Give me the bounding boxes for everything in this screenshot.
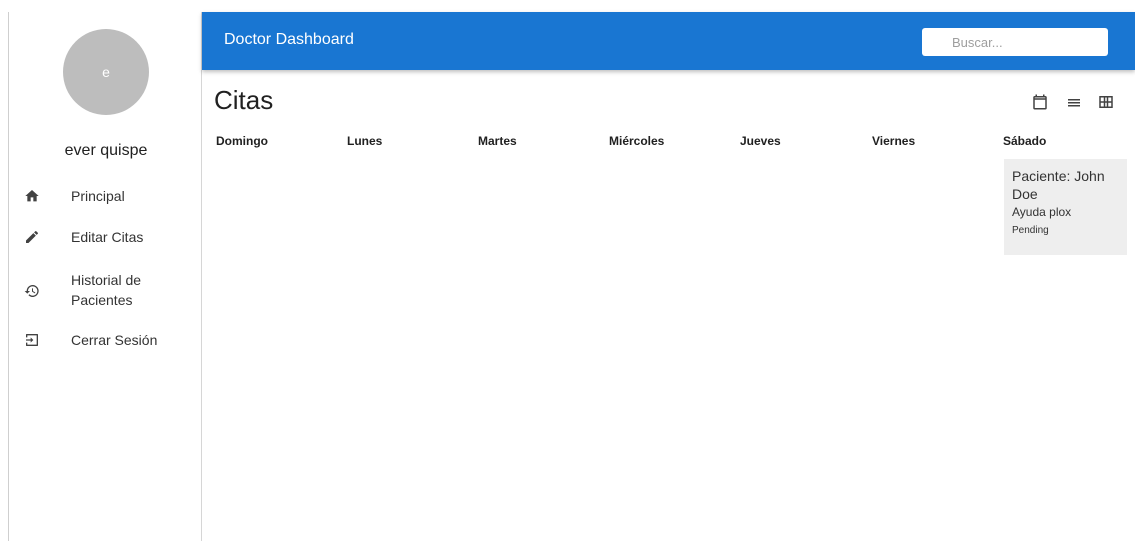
page-title: Citas — [214, 85, 274, 115]
app-window: e ever quispe Principal Editar Citas His… — [0, 0, 1135, 541]
sidebar-item-cerrar-sesion[interactable]: Cerrar Sesión — [9, 328, 201, 352]
sidebar-item-label: Principal — [71, 188, 125, 204]
avatar[interactable]: e — [63, 29, 149, 115]
home-icon — [23, 187, 41, 205]
weekday-header: Domingo Lunes Martes Miércoles Jueves Vi… — [202, 134, 1135, 154]
weekday-label: Miércoles — [609, 134, 665, 148]
weekday-label: Viernes — [872, 134, 916, 148]
sidebar-item-label: Cerrar Sesión — [71, 332, 158, 348]
weekday-label: Jueves — [740, 134, 781, 148]
sidebar-item-label: Editar Citas — [71, 229, 144, 245]
weekday-label: Domingo — [216, 134, 268, 148]
sidebar: e ever quispe Principal Editar Citas His… — [8, 12, 202, 541]
calendar-icon[interactable] — [1030, 92, 1050, 112]
appointment-card[interactable]: Paciente: John Doe Ayuda plox Pending — [1004, 159, 1127, 255]
weekday-label: Martes — [478, 134, 517, 148]
sidebar-item-label: Historial de Pacientes — [71, 272, 142, 308]
appointment-description: Ayuda plox — [1012, 205, 1072, 219]
list-icon[interactable] — [1064, 92, 1084, 112]
pencil-icon — [23, 228, 41, 246]
weekday-label: Sábado — [1003, 134, 1047, 148]
appointment-patient: Paciente: John Doe — [1012, 168, 1105, 202]
username: ever quispe — [64, 142, 148, 159]
weekday-label: Lunes — [347, 134, 383, 148]
sidebar-item-editar-citas[interactable]: Editar Citas — [9, 225, 201, 249]
header-title: Doctor Dashboard — [224, 31, 354, 48]
grid-icon[interactable] — [1096, 92, 1116, 112]
sidebar-item-principal[interactable]: Principal — [9, 184, 201, 208]
history-icon — [23, 282, 41, 300]
top-border — [0, 0, 1135, 12]
search-input[interactable] — [922, 28, 1108, 56]
appointment-status: Pending — [1012, 225, 1049, 236]
logout-icon — [23, 331, 41, 349]
avatar-initial: e — [102, 64, 110, 80]
sidebar-item-historial[interactable]: Historial de Pacientes — [9, 268, 201, 312]
app-header: Doctor Dashboard — [202, 12, 1135, 70]
